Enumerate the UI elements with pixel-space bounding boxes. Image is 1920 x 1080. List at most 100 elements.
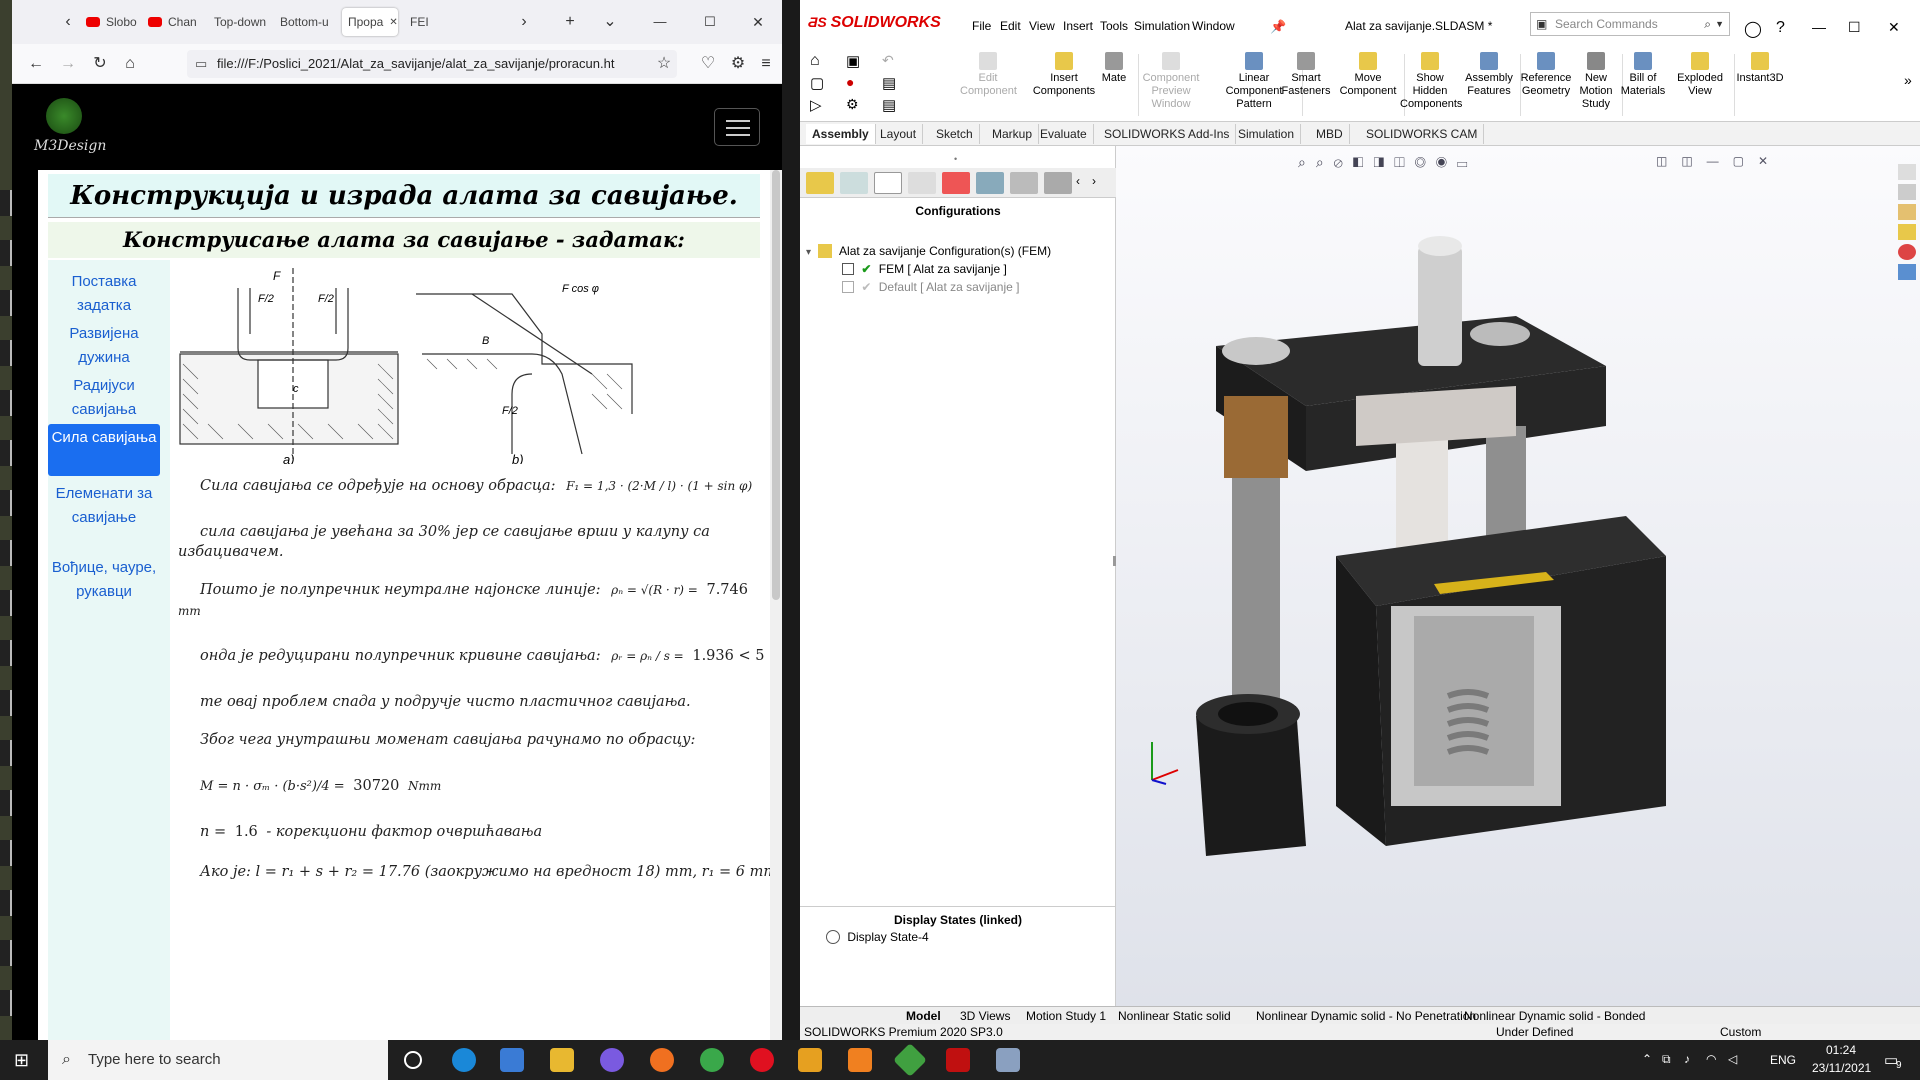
ribbon-button[interactable]: Assembly Features	[1464, 50, 1514, 120]
ribbon-button[interactable]: New Motion Study	[1576, 50, 1616, 120]
desktop-icon[interactable]	[0, 540, 12, 566]
network-icon[interactable]: ⧉	[1662, 1052, 1671, 1067]
home-icon[interactable]: ⌂	[810, 52, 820, 70]
edge-icon[interactable]	[452, 1048, 476, 1072]
sw-close-icon[interactable]: ✕	[1888, 19, 1900, 36]
sw-menu-item[interactable]: File	[972, 19, 991, 33]
units-selector[interactable]: Custom	[1720, 1024, 1761, 1040]
ribbon-button[interactable]: Component Preview Window	[1138, 50, 1204, 120]
hamburger-menu-button[interactable]	[714, 108, 760, 146]
solidworks-taskbar-icon[interactable]	[946, 1048, 970, 1072]
desktop-icon[interactable]	[0, 990, 12, 1016]
sw-menu-item[interactable]: Insert	[1063, 19, 1093, 33]
tree-item-fem[interactable]: ✔ FEM [ Alat za savijanje ]	[842, 262, 1007, 276]
sidenav-item-elementi[interactable]: Елеменати за савијање	[48, 482, 160, 554]
undo-icon[interactable]: ↶	[882, 52, 894, 69]
site-logo[interactable]: M3Design	[26, 98, 116, 158]
graphics-viewport[interactable]: ⌕⌕⊘◧◨◫◎◉▭ ◫◫—▢✕	[1116, 146, 1920, 1006]
sw-resources-icon[interactable]	[1898, 164, 1916, 180]
browser-tab[interactable]: FEI	[404, 8, 444, 36]
new-tab-icon[interactable]: +	[558, 10, 582, 34]
ribbon-button[interactable]: Smart Fasteners	[1280, 50, 1332, 120]
tray-chevron-icon[interactable]: ⌃	[1642, 1052, 1652, 1066]
view-palette-icon[interactable]	[1898, 224, 1916, 240]
rebuild-icon[interactable]: ●	[846, 74, 854, 90]
heads-up-view-toolbar[interactable]: ⌕⌕⊘◧◨◫◎◉▭	[1298, 154, 1598, 174]
browser-tab[interactable]: Top-down	[208, 8, 272, 36]
tab-list-icon[interactable]: ⌄	[598, 10, 622, 34]
tab-scroll-left-icon[interactable]: ‹	[56, 10, 80, 34]
sidenav-item-radijusi[interactable]: Радијуси савијања	[48, 374, 160, 418]
desktop-icon[interactable]	[0, 940, 12, 966]
command-tab[interactable]: Assembly	[806, 124, 876, 144]
back-icon[interactable]: ←	[24, 52, 48, 76]
design-library-icon[interactable]	[1898, 184, 1916, 200]
display-state-item[interactable]: Display State-4	[826, 930, 929, 944]
sidenav-item-sila-savijanja[interactable]: Сила савијања	[48, 424, 160, 476]
ribbon-button[interactable]: Move Component	[1338, 50, 1398, 120]
tree-root[interactable]: ▾ Alat za savijanje Configuration(s) (FE…	[806, 244, 1051, 258]
desktop-icon[interactable]	[0, 340, 12, 366]
git-icon[interactable]	[893, 1043, 927, 1077]
windows-start-icon[interactable]: ⊞	[14, 1050, 29, 1071]
extensions-icon[interactable]: ⚙	[726, 52, 750, 76]
desktop-icon[interactable]	[0, 490, 12, 516]
command-tab[interactable]: Evaluate	[1034, 124, 1094, 144]
chrome-icon[interactable]	[700, 1048, 724, 1072]
desktop-icon[interactable]	[0, 290, 12, 316]
desktop-icon[interactable]	[0, 840, 12, 866]
browser-tab[interactable]: Bottom-u	[274, 8, 340, 36]
home-icon[interactable]: ⌂	[118, 52, 142, 76]
page-scrollbar[interactable]	[770, 170, 782, 1040]
sw-menu-item[interactable]: Tools	[1100, 19, 1128, 33]
display-manager-tab-icon[interactable]	[942, 172, 970, 194]
custom-properties-icon[interactable]	[1898, 264, 1916, 280]
model-tab[interactable]: Nonlinear Dynamic solid - Bonded	[1464, 1008, 1645, 1024]
command-tab[interactable]: Sketch	[930, 124, 980, 144]
minimize-icon[interactable]: —	[648, 10, 672, 34]
volume-icon[interactable]: ♪	[1684, 1052, 1690, 1066]
desktop-icon[interactable]	[0, 240, 12, 266]
opera-icon[interactable]	[750, 1048, 774, 1072]
speaker-icon[interactable]: ◁	[1728, 1052, 1737, 1066]
feature-manager-tab-icon[interactable]	[806, 172, 834, 194]
desktop-icon[interactable]	[0, 890, 12, 916]
sw-menu-item[interactable]: Window	[1192, 19, 1235, 33]
file-properties-icon[interactable]: ▤	[882, 74, 896, 92]
url-bar[interactable]: ▭ file:///F:/Poslici_2021/Alat_za_savija…	[187, 50, 677, 78]
sidenav-item-vodjice[interactable]: Вођице, чауре, рукавци	[48, 556, 160, 628]
command-tab[interactable]: Layout	[874, 124, 924, 144]
forward-icon[interactable]: →	[56, 52, 80, 76]
options-icon[interactable]: ⚙	[846, 96, 859, 113]
browser-tab[interactable]: Chan	[142, 8, 204, 36]
sw-menu-item[interactable]: Simulation	[1134, 19, 1190, 33]
maximize-icon[interactable]: ☐	[698, 10, 722, 34]
pocket-icon[interactable]: ♡	[696, 52, 720, 76]
bookmark-star-icon[interactable]: ☆	[652, 52, 676, 76]
firefox-icon[interactable]	[650, 1048, 674, 1072]
sw-menu-item[interactable]: Edit	[1000, 19, 1021, 33]
language-indicator[interactable]: ENG	[1770, 1053, 1796, 1067]
reload-icon[interactable]: ↻	[88, 52, 112, 76]
pin-icon[interactable]: 📌	[1270, 19, 1286, 35]
model-tab[interactable]: Nonlinear Static solid	[1118, 1008, 1231, 1024]
tabs-scroll-right-icon[interactable]: ›	[1092, 174, 1096, 188]
open-icon[interactable]: ▷	[810, 96, 822, 114]
wifi-icon[interactable]: ◠	[1706, 1052, 1716, 1066]
ribbon-button[interactable]: Edit Component	[960, 50, 1017, 120]
sidenav-item-postavka[interactable]: Поставка задатка	[48, 270, 160, 314]
print-icon[interactable]: ▤	[882, 96, 896, 114]
dimxpert-tab-icon[interactable]	[908, 172, 936, 194]
tree-item-default[interactable]: ✔ Default [ Alat za savijanje ]	[842, 280, 1020, 294]
media-player-icon[interactable]	[798, 1048, 822, 1072]
configuration-manager-tab-icon[interactable]	[874, 172, 902, 194]
cam-operation-tab-icon[interactable]	[1010, 172, 1038, 194]
model-tab[interactable]: Nonlinear Dynamic solid - No Penetration	[1256, 1008, 1476, 1024]
desktop-icon[interactable]	[0, 440, 12, 466]
simulation-tab-icon[interactable]	[1044, 172, 1072, 194]
viewport-window-controls[interactable]: ◫◫—▢✕	[1656, 154, 1782, 168]
desktop-icon[interactable]	[0, 640, 12, 666]
command-tab[interactable]: MBD	[1310, 124, 1350, 144]
mail-icon[interactable]	[500, 1048, 524, 1072]
sidenav-item-razvijena-duzina[interactable]: Развијена дужина	[48, 322, 160, 366]
